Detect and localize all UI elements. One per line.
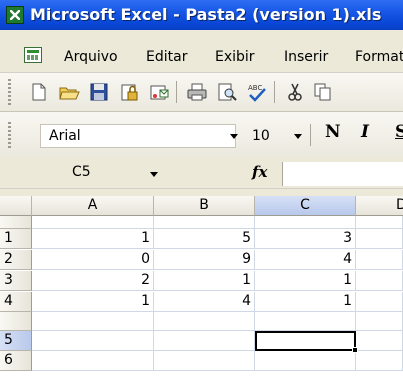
cell-a3[interactable]: 2: [32, 271, 154, 291]
name-box-dropdown-icon[interactable]: [150, 172, 158, 177]
column-header-a[interactable]: A: [32, 196, 154, 216]
cell-d6[interactable]: [356, 351, 403, 371]
cell-a2[interactable]: 0: [32, 250, 154, 270]
toolbar-grip[interactable]: [8, 122, 11, 148]
toolbar-separator: [176, 81, 177, 103]
cell-b6[interactable]: [154, 351, 255, 371]
cell-d3[interactable]: [356, 271, 403, 291]
menu-editar[interactable]: Editar: [146, 49, 187, 65]
cell-c1[interactable]: 3: [255, 229, 356, 249]
workbook-icon[interactable]: [24, 47, 42, 63]
cell-a6[interactable]: [32, 351, 154, 371]
save-icon[interactable]: [88, 81, 110, 103]
permission-icon[interactable]: [118, 81, 140, 103]
formula-input[interactable]: [282, 162, 403, 186]
cell-b1[interactable]: 5: [154, 229, 255, 249]
menu-arquivo[interactable]: Arquivo: [64, 49, 118, 65]
bold-button[interactable]: N: [325, 122, 341, 142]
underline-button[interactable]: S: [395, 122, 403, 142]
name-box[interactable]: C5: [72, 164, 91, 180]
formatting-toolbar: Arial 10 N I S: [0, 112, 403, 157]
cell-b2[interactable]: 9: [154, 250, 255, 270]
print-preview-icon[interactable]: [216, 81, 238, 103]
cell-gap: [32, 312, 154, 331]
print-icon[interactable]: [186, 81, 208, 103]
row-header-2[interactable]: 2: [0, 250, 32, 270]
row-header-3[interactable]: 3: [0, 271, 32, 291]
cell-gap: [154, 216, 255, 229]
open-icon[interactable]: [58, 81, 80, 103]
menu-exibir[interactable]: Exibir: [215, 49, 255, 65]
font-size-select[interactable]: 10: [248, 124, 282, 148]
email-icon[interactable]: [148, 81, 170, 103]
cell-c3[interactable]: 1: [255, 271, 356, 291]
copy-icon[interactable]: [312, 81, 334, 103]
cell-d1[interactable]: [356, 229, 403, 249]
toolbar-separator: [310, 124, 311, 146]
cell-c6[interactable]: [255, 351, 356, 371]
cell-gap: [32, 216, 154, 229]
row-header-4[interactable]: 4: [0, 292, 32, 312]
fill-handle[interactable]: [352, 347, 358, 353]
new-icon[interactable]: [28, 81, 50, 103]
cell-gap: [255, 312, 356, 331]
cell-a5[interactable]: [32, 331, 154, 351]
formula-bar: C5 fx: [0, 160, 403, 189]
toolbar-separator: [274, 81, 275, 103]
cell-d4[interactable]: [356, 292, 403, 312]
cut-icon[interactable]: [284, 81, 306, 103]
row-header-gap: [0, 216, 32, 229]
cell-gap: [154, 312, 255, 331]
column-header-d[interactable]: D: [356, 196, 403, 216]
cell-a1[interactable]: 1: [32, 229, 154, 249]
size-dropdown-arrow-icon[interactable]: [294, 134, 302, 139]
font-name-select[interactable]: Arial: [40, 124, 236, 148]
row-header-1[interactable]: 1: [0, 229, 32, 249]
row-header-6[interactable]: 6: [0, 351, 32, 371]
title-bar[interactable]: Microsoft Excel - Pasta2 (version 1).xls: [0, 0, 403, 30]
toolbar-grip[interactable]: [8, 79, 11, 105]
menu-bar: Arquivo Editar Exibir Inserir Formatar: [0, 30, 403, 73]
excel-app-icon[interactable]: [6, 6, 24, 24]
svg-text:ABC: ABC: [248, 84, 262, 92]
cell-b3[interactable]: 1: [154, 271, 255, 291]
cell-d5[interactable]: [356, 331, 403, 351]
cell-b4[interactable]: 4: [154, 292, 255, 312]
cell-c4[interactable]: 1: [255, 292, 356, 312]
window-title: Microsoft Excel - Pasta2 (version 1).xls: [30, 5, 382, 24]
spreadsheet-grid[interactable]: A B C D 1 1 5 3 2 0 9 4 3 2 1 1 4 1 4 1 …: [0, 196, 403, 389]
row-header-5[interactable]: 5: [0, 331, 32, 351]
menu-inserir[interactable]: Inserir: [284, 49, 328, 65]
insert-function-icon[interactable]: fx: [252, 163, 267, 181]
menu-formatar[interactable]: Formatar: [355, 49, 403, 65]
cell-d2[interactable]: [356, 250, 403, 270]
cell-gap: [356, 312, 403, 331]
cell-gap: [255, 216, 356, 229]
spelling-icon[interactable]: ABC: [246, 81, 268, 103]
italic-button[interactable]: I: [361, 122, 369, 142]
select-all-corner[interactable]: [0, 196, 32, 216]
cell-c2[interactable]: 4: [255, 250, 356, 270]
cell-b5[interactable]: [154, 331, 255, 351]
active-cell-border[interactable]: [255, 331, 356, 351]
column-header-b[interactable]: B: [154, 196, 255, 216]
standard-toolbar: ABC: [0, 73, 403, 112]
cell-a4[interactable]: 1: [32, 292, 154, 312]
cell-gap: [356, 216, 403, 229]
row-header-gap: [0, 312, 32, 331]
column-header-c[interactable]: C: [255, 196, 356, 216]
font-dropdown-arrow-icon[interactable]: [230, 134, 238, 139]
